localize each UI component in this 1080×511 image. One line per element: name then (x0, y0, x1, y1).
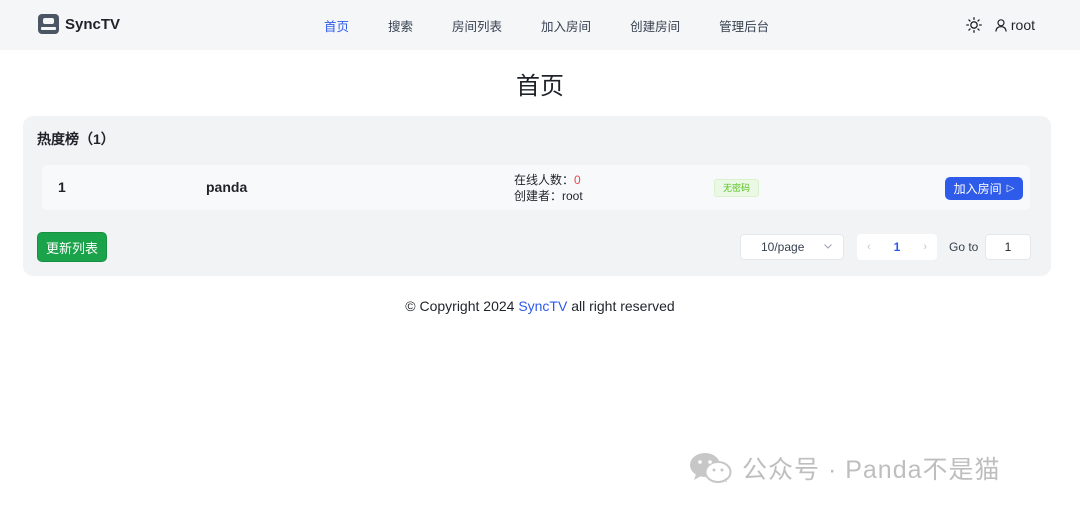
nav-item-join-room[interactable]: 加入房间 (541, 16, 591, 35)
copyright-suffix: all right reserved (567, 298, 675, 314)
page-title: 首页 (516, 73, 564, 100)
page-number[interactable]: 1 (894, 240, 901, 254)
refresh-list-button[interactable]: 更新列表 (37, 232, 107, 262)
goto-page-input[interactable] (985, 234, 1031, 260)
page-size-select[interactable]: 10/page (740, 234, 844, 260)
online-stat: 在线人数：0 (514, 172, 583, 188)
nav-item-room-list[interactable]: 房间列表 (452, 16, 502, 35)
creator-stat: 创建者：root (514, 188, 583, 204)
no-password-tag: 无密码 (714, 179, 760, 197)
logo-text: SyncTV (65, 15, 121, 33)
room-stats: 在线人数：0 创建者：root (514, 172, 583, 204)
sun-icon[interactable] (966, 17, 982, 33)
room-rank: 1 (58, 179, 66, 195)
join-room-label: 加入房间 (953, 182, 1002, 196)
top-navbar: SyncTV 首页 搜索 房间列表 加入房间 创建房间 管理后台 root (0, 0, 1080, 50)
watermark-text: 公众号 · Panda不是猫 (742, 456, 1001, 484)
header-actions: root (966, 0, 1035, 50)
user-menu[interactable]: root (995, 17, 1035, 33)
user-name: root (1010, 17, 1035, 33)
online-count: 0 (574, 173, 581, 187)
nav-item-create-room[interactable]: 创建房间 (630, 16, 680, 35)
goto-label: Go to (949, 240, 979, 254)
room-row: 1 panda 在线人数：0 创建者：root 无密码 加入房间 ▷ (42, 165, 1030, 210)
nav-item-admin[interactable]: 管理后台 (719, 16, 769, 35)
user-icon (995, 18, 1007, 32)
creator-name: root (562, 189, 583, 203)
footer: © Copyright 2024 SyncTV all right reserv… (0, 298, 1080, 314)
join-room-button[interactable]: 加入房间 ▷ (945, 177, 1023, 200)
logo-icon (38, 14, 59, 34)
wechat-icon (690, 453, 732, 483)
hot-list-title: 热度榜（1） (37, 131, 115, 147)
main-nav: 首页 搜索 房间列表 加入房间 创建房间 管理后台 (324, 0, 808, 50)
creator-label: 创建者： (514, 189, 563, 203)
pagination: ‹ 1 › (857, 234, 937, 260)
next-page-icon[interactable]: › (923, 241, 927, 253)
prev-page-icon[interactable]: ‹ (867, 241, 871, 253)
hot-list-card: 热度榜（1） 1 panda 在线人数：0 创建者：root 无密码 加入房间 … (23, 116, 1051, 276)
copyright-prefix: © Copyright 2024 (405, 298, 519, 314)
play-icon: ▷ (1006, 183, 1015, 194)
logo[interactable]: SyncTV (38, 14, 120, 34)
nav-item-home[interactable]: 首页 (324, 16, 349, 35)
nav-item-search[interactable]: 搜索 (388, 16, 413, 35)
footer-brand-link[interactable]: SyncTV (518, 298, 567, 314)
room-name: panda (206, 179, 248, 195)
page-size-value: 10/page (761, 240, 805, 254)
online-label: 在线人数： (514, 173, 575, 187)
watermark: 公众号 · Panda不是猫 (688, 450, 1001, 486)
chevron-down-icon (824, 244, 832, 249)
